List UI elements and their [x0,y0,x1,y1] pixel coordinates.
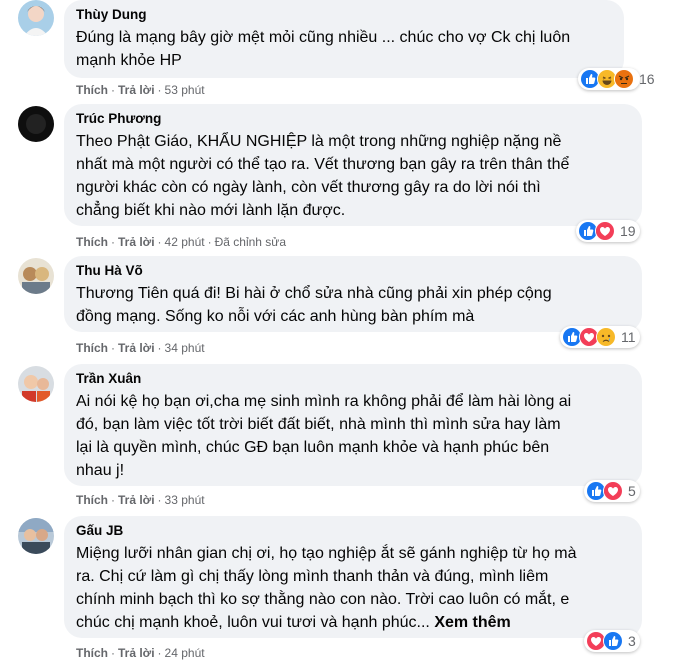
reply-button[interactable]: Trả lời [118,341,155,355]
comment-author[interactable]: Thùy Dung [76,6,612,24]
reaction-summary[interactable]: 11 [560,326,640,348]
reaction-summary[interactable]: 3 [584,630,640,652]
reply-button[interactable]: Trả lời [118,493,155,507]
sad-reaction-icon [596,327,616,347]
avatar[interactable] [18,106,54,142]
comment-bubble: Thu Hà Võ Thương Tiên quá đi! Bi hài ở c… [64,256,642,332]
avatar[interactable] [18,518,54,554]
comment-text: Theo Phật Giáo, KHẨU NGHIỆP là một trong… [76,133,570,219]
comment-timestamp[interactable]: 53 phút [165,83,205,97]
comment-timestamp[interactable]: 34 phút [165,341,205,355]
edited-label[interactable]: Đã chỉnh sửa [215,235,286,249]
comment-text: Ai nói kệ họ bạn ơi,cha mẹ sinh mình ra … [76,393,572,479]
comment-bubble: Thùy Dung Đúng là mạng bây giờ mệt mỏi c… [64,0,624,78]
like-button[interactable]: Thích [76,83,108,97]
comment-text: Đúng là mạng bây giờ mệt mỏi cũng nhiều … [76,29,571,69]
comment-timestamp[interactable]: 33 phút [165,493,205,507]
comment-text: Thương Tiên quá đi! Bi hài ở chổ sửa nhà… [76,285,552,325]
reaction-count: 3 [628,633,636,649]
reaction-summary[interactable]: 5 [584,480,640,502]
reaction-count: 11 [621,329,636,345]
like-button[interactable]: Thích [76,235,108,249]
comment-actions: Thích · Trả lời · 34 phút [76,341,205,355]
like-button[interactable]: Thích [76,493,108,507]
love-reaction-icon [595,221,615,241]
reply-button[interactable]: Trả lời [118,83,155,97]
avatar[interactable] [18,366,54,402]
comment-actions: Thích · Trả lời · 42 phút · Đã chỉnh sửa [76,235,286,249]
comment-author[interactable]: Gấu JB [76,522,630,540]
reaction-summary[interactable]: 16 [578,68,655,90]
comment-bubble: Trần Xuân Ai nói kệ họ bạn ơi,cha mẹ sin… [64,364,642,486]
reply-button[interactable]: Trả lời [118,235,155,249]
comment-author[interactable]: Trúc Phương [76,110,630,128]
comment-actions: Thích · Trả lời · 24 phút [76,646,205,660]
see-more-link[interactable]: Xem thêm [434,614,510,631]
avatar[interactable] [18,0,54,36]
love-reaction-icon [603,481,623,501]
like-button[interactable]: Thích [76,341,108,355]
comment-actions: Thích · Trả lời · 33 phút [76,493,205,507]
comment-timestamp[interactable]: 42 phút [165,235,205,249]
reaction-count: 5 [628,483,636,499]
reply-button[interactable]: Trả lời [118,646,155,660]
comment-bubble: Gấu JB Miệng lưỡi nhân gian chị ơi, họ t… [64,516,642,638]
like-button[interactable]: Thích [76,646,108,660]
comment-timestamp[interactable]: 24 phút [165,646,205,660]
comment-bubble: Trúc Phương Theo Phật Giáo, KHẨU NGHIỆP … [64,104,642,226]
like-reaction-icon [603,631,623,651]
reaction-summary[interactable]: 19 [576,220,640,242]
comment-author[interactable]: Trần Xuân [76,370,630,388]
comment-actions: Thích · Trả lời · 53 phút [76,83,205,97]
reaction-count: 19 [620,223,636,239]
comment-text: Miệng lưỡi nhân gian chị ơi, họ tạo nghi… [76,542,630,634]
angry-reaction-icon [614,69,634,89]
comment-author[interactable]: Thu Hà Võ [76,262,630,280]
avatar[interactable] [18,258,54,294]
reaction-count: 16 [639,71,655,87]
